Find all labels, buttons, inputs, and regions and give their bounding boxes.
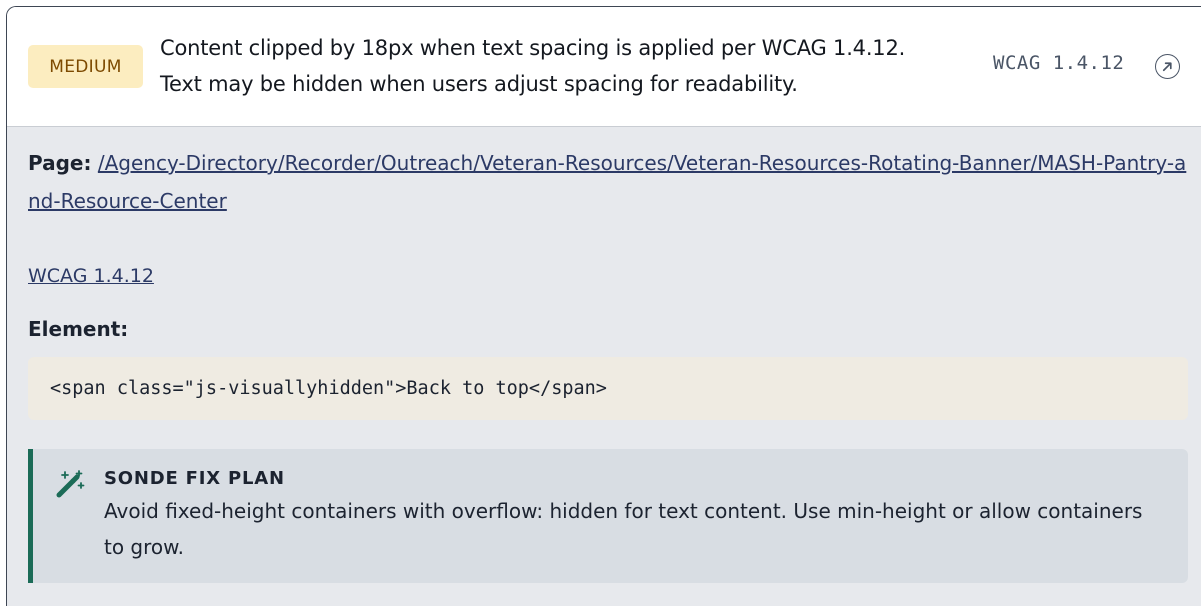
element-label: Element: xyxy=(28,317,129,341)
fix-plan-title: SONDE FIX PLAN xyxy=(104,468,285,489)
open-link-button[interactable] xyxy=(1155,54,1180,79)
issue-message-line-2: Text may be hidden when users adjust spa… xyxy=(160,72,798,96)
issue-message: Content clipped by 18px when text spacin… xyxy=(160,30,905,102)
page-info: Page: /Agency-Directory/Recorder/Outreac… xyxy=(28,144,1188,220)
page-label: Page: xyxy=(28,151,92,175)
page-path-link[interactable]: /Agency-Directory/Recorder/Outreach/Vete… xyxy=(28,151,1186,213)
wcag-criterion-code: WCAG 1.4.12 xyxy=(993,52,1125,74)
issue-card: MEDIUM Content clipped by 18px when text… xyxy=(6,6,1201,606)
issue-header: MEDIUM Content clipped by 18px when text… xyxy=(7,7,1201,127)
fix-plan-text: Avoid fixed-height containers with overf… xyxy=(104,499,1143,559)
magic-wand-icon xyxy=(56,470,85,498)
issue-message-line-1: Content clipped by 18px when text spacin… xyxy=(160,36,906,60)
fix-plan-panel: SONDE FIX PLAN Avoid fixed-height contai… xyxy=(28,449,1188,583)
element-code-block: <span class="js-visuallyhidden">Back to … xyxy=(28,357,1188,420)
external-link-icon xyxy=(1162,62,1172,72)
severity-badge: MEDIUM xyxy=(28,45,143,88)
wcag-reference-link[interactable]: WCAG 1.4.12 xyxy=(28,261,154,291)
